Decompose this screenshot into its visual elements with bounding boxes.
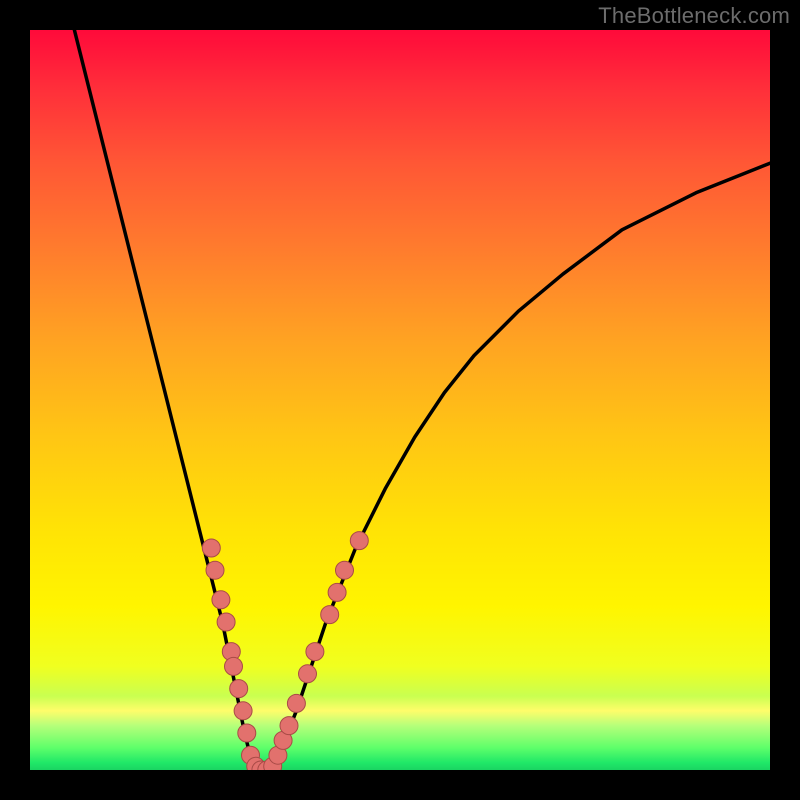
data-marker [225, 657, 243, 675]
plot-area [30, 30, 770, 770]
data-marker [280, 717, 298, 735]
data-marker [230, 680, 248, 698]
curve-layer [74, 30, 770, 770]
chart-frame: TheBottleneck.com [0, 0, 800, 800]
data-marker [306, 643, 324, 661]
bottleneck-curve [74, 30, 770, 770]
data-marker [202, 539, 220, 557]
chart-svg [30, 30, 770, 770]
data-marker [336, 561, 354, 579]
data-marker [321, 606, 339, 624]
data-marker [238, 724, 256, 742]
data-marker [206, 561, 224, 579]
data-marker [212, 591, 230, 609]
data-marker [217, 613, 235, 631]
watermark-text: TheBottleneck.com [598, 3, 790, 29]
markers-layer [202, 532, 368, 770]
data-marker [328, 583, 346, 601]
data-marker [287, 694, 305, 712]
data-marker [299, 665, 317, 683]
data-marker [234, 702, 252, 720]
data-marker [350, 532, 368, 550]
